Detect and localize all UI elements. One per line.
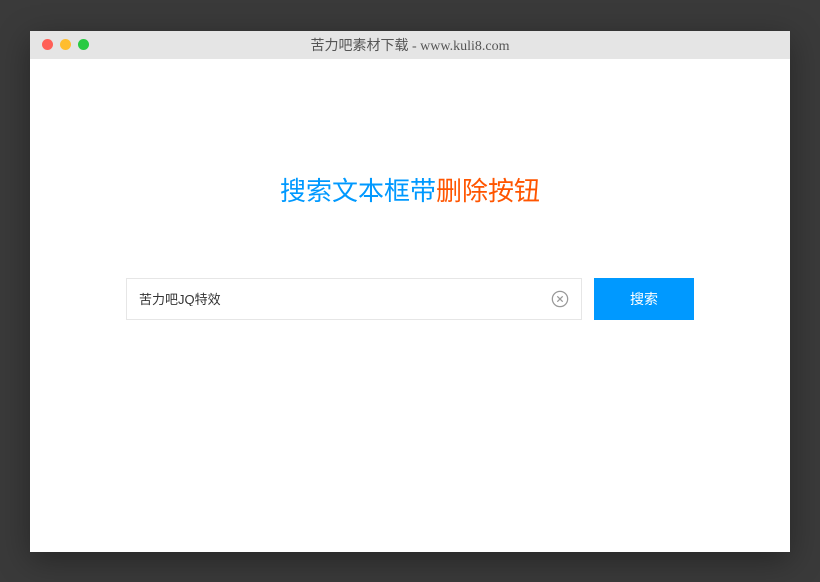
search-row: 搜索 [30,278,790,320]
heading-part-blue: 搜索文本框带 [280,176,436,206]
minimize-window-button[interactable] [60,39,71,50]
heading-part-orange: 删除按钮 [436,176,540,206]
window-title: 苦力吧素材下载 - www.kuli8.com [30,35,790,55]
window-controls [42,39,89,50]
titlebar: 苦力吧素材下载 - www.kuli8.com [30,31,790,59]
page-heading: 搜索文本框带删除按钮 [30,171,790,208]
close-circle-icon [551,290,569,308]
search-button[interactable]: 搜索 [594,278,694,320]
maximize-window-button[interactable] [78,39,89,50]
close-window-button[interactable] [42,39,53,50]
browser-window: 苦力吧素材下载 - www.kuli8.com 搜索文本框带删除按钮 搜索 [30,31,790,552]
search-input[interactable] [139,291,551,306]
search-box [126,278,582,320]
clear-input-button[interactable] [551,290,569,308]
page-content: 搜索文本框带删除按钮 搜索 [30,59,790,552]
